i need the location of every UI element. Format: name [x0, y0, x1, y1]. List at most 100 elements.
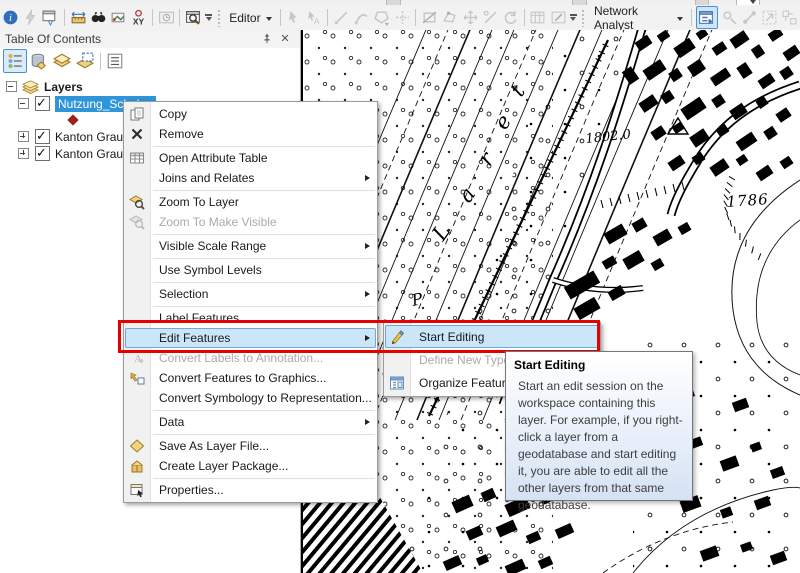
edit-tool-icon[interactable]: [285, 8, 303, 28]
svg-text:XY: XY: [133, 16, 145, 26]
tooltip-body: Start an edit session on the workspace c…: [514, 378, 684, 514]
directions-icon[interactable]: [761, 8, 779, 28]
menu-item-label: Save As Layer File...: [159, 439, 269, 453]
submenu-arrow-icon: [365, 243, 370, 249]
toc-options-icon[interactable]: [104, 50, 126, 72]
layer-label-kanton-1[interactable]: Kanton Graub: [55, 130, 130, 144]
layer-checkbox[interactable]: [35, 129, 50, 144]
toc-title: Table Of Contents: [5, 32, 101, 46]
close-icon[interactable]: ✕: [278, 32, 292, 46]
cut-polygons-icon[interactable]: [420, 8, 438, 28]
menu-item-zoom-to-make-visible: Zoom To Make Visible: [124, 212, 377, 232]
editor-toolbar-options-button[interactable]: [568, 9, 578, 27]
move-feature-icon[interactable]: [461, 8, 479, 28]
layer-checkbox[interactable]: [35, 96, 50, 111]
time-slider-icon[interactable]: [157, 8, 175, 28]
menu-item-label: Start Editing: [419, 330, 484, 344]
rotate-tool-icon[interactable]: [501, 8, 519, 28]
menu-item-data[interactable]: Data: [124, 412, 377, 432]
submenu-arrow-icon: [365, 175, 370, 181]
expand-box[interactable]: [18, 148, 29, 159]
collapse-box[interactable]: [6, 81, 17, 92]
menu-item-zoom-to-layer[interactable]: Zoom To Layer: [124, 192, 377, 212]
sketch-properties-icon[interactable]: [549, 8, 567, 28]
menu-item-create-layer-package[interactable]: Create Layer Package...: [124, 456, 377, 476]
sketch-shape-icon[interactable]: [373, 8, 391, 28]
tooltip-title: Start Editing: [514, 358, 684, 372]
zoomlayer-icon: [124, 194, 150, 210]
list-by-visibility-icon[interactable]: [51, 50, 73, 72]
menu-item-open-attribute-table[interactable]: Open Attribute Table: [124, 148, 377, 168]
create-viewer-window-icon[interactable]: [184, 8, 202, 28]
create-network-location-icon[interactable]: [720, 8, 738, 28]
menu-item-label: Edit Features: [159, 331, 230, 345]
menu-item-label: Open Attribute Table: [159, 151, 268, 165]
menu-item-use-symbol-levels[interactable]: Use Symbol Levels: [124, 260, 377, 280]
menu-item-label: Convert Features to Graphics...: [159, 371, 326, 385]
menu-item-copy[interactable]: Copy: [124, 104, 377, 124]
split-tool-icon[interactable]: [481, 8, 499, 28]
layers-icon: [22, 80, 39, 94]
chevron-down-icon: [677, 17, 683, 21]
pin-icon[interactable]: [260, 32, 274, 46]
reshape-feature-icon[interactable]: [441, 8, 459, 28]
tree-row-layers[interactable]: Layers: [0, 78, 300, 95]
savelayer-icon: [124, 438, 150, 454]
identify-icon[interactable]: i: [1, 8, 19, 28]
sketch-line-icon[interactable]: [332, 8, 350, 28]
menu-item-label: Label Features: [159, 311, 239, 325]
copy-icon: [124, 106, 150, 122]
network-analyst-window-icon[interactable]: [696, 6, 718, 29]
collapse-box[interactable]: [18, 98, 29, 109]
menu-item-properties[interactable]: Properties...: [124, 480, 377, 500]
submenu-item-start-editing[interactable]: Start Editing: [384, 325, 600, 348]
find-icon[interactable]: [89, 8, 107, 28]
list-by-drawing-order-icon[interactable]: [3, 49, 27, 73]
network-analyst-menu-button[interactable]: Network Analyst: [589, 2, 688, 34]
table-icon: [124, 150, 150, 166]
toolbar-row: i XY Editor A: [0, 5, 800, 31]
build-network-icon[interactable]: [781, 8, 799, 28]
menu-item-remove[interactable]: Remove: [124, 124, 377, 144]
html-popup-icon[interactable]: [42, 8, 60, 28]
edit-annotation-icon[interactable]: A: [305, 8, 323, 28]
expand-box[interactable]: [18, 131, 29, 142]
menu-item-joins-and-relates[interactable]: Joins and Relates: [124, 168, 377, 188]
find-route-icon[interactable]: [109, 8, 127, 28]
measure-icon[interactable]: [69, 8, 87, 28]
annotation-icon: A: [124, 350, 150, 366]
go-to-xy-icon[interactable]: XY: [130, 8, 148, 28]
layers-root-label[interactable]: Layers: [44, 80, 83, 94]
package-icon: [124, 458, 150, 474]
layer-context-menu: CopyRemove Open Attribute Table Joins and …: [123, 101, 378, 503]
toolbar-options-button[interactable]: [204, 9, 214, 27]
solve-icon[interactable]: [740, 8, 758, 28]
snapping-icon[interactable]: [393, 8, 411, 28]
menu-item-visible-scale-range[interactable]: Visible Scale Range: [124, 236, 377, 256]
layer-label-kanton-2[interactable]: Kanton Graub: [55, 147, 130, 161]
menu-item-edit-features[interactable]: Edit Features: [124, 328, 377, 348]
menu-item-label: Use Symbol Levels: [159, 263, 262, 277]
menu-item-convert-features-to-graphics[interactable]: Convert Features to Graphics...: [124, 368, 377, 388]
sketch-arc-icon[interactable]: [352, 8, 370, 28]
svg-text:A: A: [134, 353, 142, 365]
editor-menu-button[interactable]: Editor: [224, 9, 276, 27]
toolbar-grip[interactable]: [581, 9, 586, 27]
menu-item-save-as-layer-file[interactable]: Save As Layer File...: [124, 436, 377, 456]
menu-item-selection[interactable]: Selection: [124, 284, 377, 304]
start-editing-tooltip: Start Editing Start an edit session on t…: [505, 351, 693, 501]
menu-item-convert-symbology-to-representation[interactable]: Convert Symbology to Representation...: [124, 388, 377, 408]
hyperlink-icon[interactable]: [21, 8, 39, 28]
menu-item-label: Data: [159, 415, 184, 429]
list-by-selection-icon[interactable]: [74, 50, 96, 72]
toolbar-grip[interactable]: [217, 9, 222, 27]
list-by-source-icon[interactable]: [28, 50, 50, 72]
layer-checkbox[interactable]: [35, 146, 50, 161]
editor-menu-label: Editor: [229, 11, 260, 25]
menu-item-label-features[interactable]: Label Features: [124, 308, 377, 328]
menu-item-label: Convert Symbology to Representation...: [159, 391, 372, 405]
layer-symbol-diamond[interactable]: [67, 114, 78, 125]
menu-item-label: Convert Labels to Annotation...: [159, 351, 323, 365]
attributes-icon[interactable]: [529, 8, 547, 28]
menu-item-label: Create Layer Package...: [159, 459, 288, 473]
